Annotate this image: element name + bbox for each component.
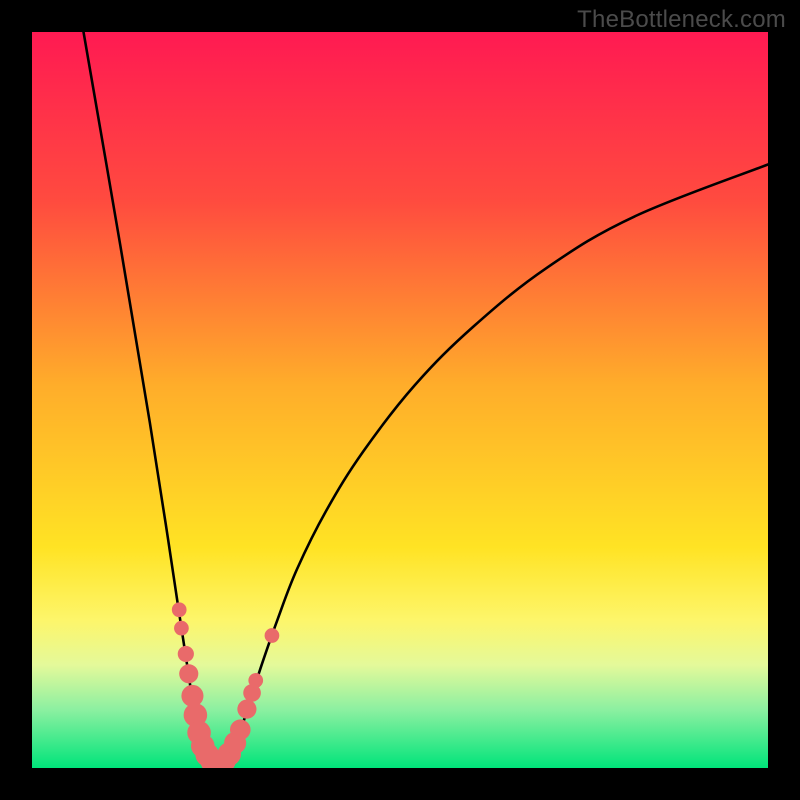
chart-frame: TheBottleneck.com [0, 0, 800, 800]
data-marker [179, 664, 198, 683]
data-marker [181, 685, 203, 707]
data-marker [265, 628, 280, 643]
data-marker [178, 646, 194, 662]
chart-svg [32, 32, 768, 768]
data-marker [230, 719, 251, 740]
data-marker [248, 673, 263, 688]
gradient-background [32, 32, 768, 768]
plot-area [32, 32, 768, 768]
data-marker [172, 602, 187, 617]
watermark-label: TheBottleneck.com [577, 6, 786, 34]
data-marker [174, 621, 189, 636]
data-marker [237, 700, 256, 719]
